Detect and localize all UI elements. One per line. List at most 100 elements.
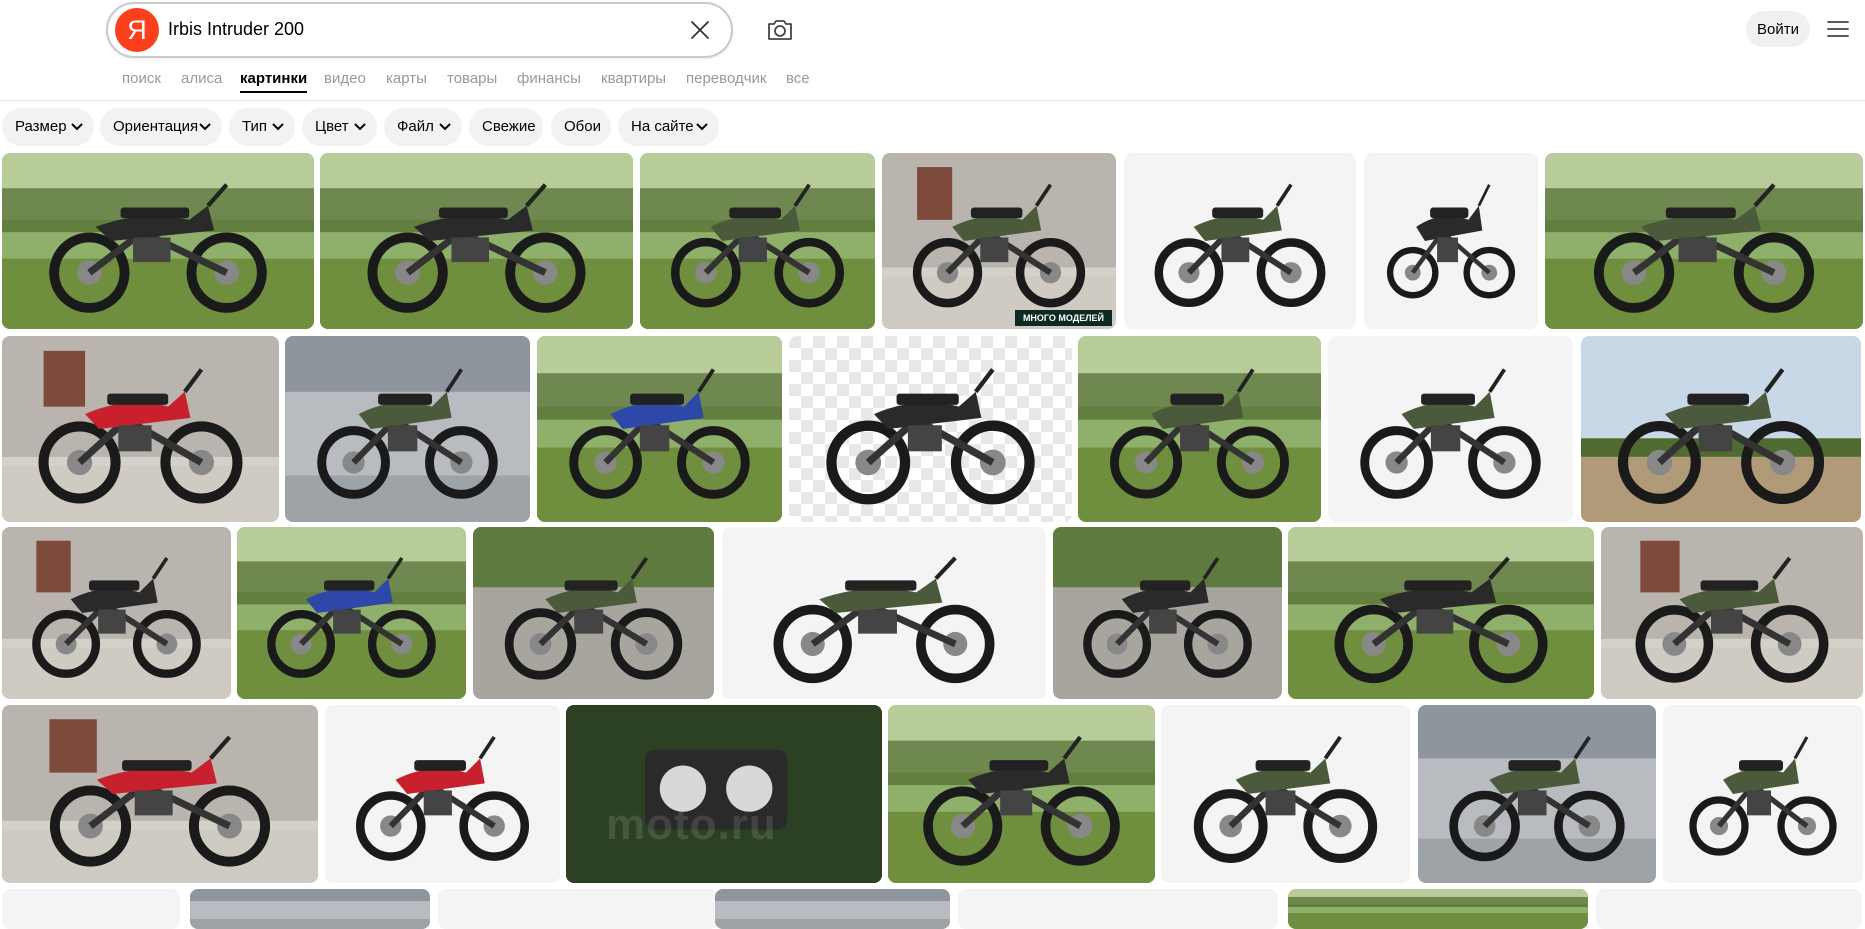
image-result-tile[interactable] — [2, 889, 180, 929]
motorcycle-thumbnail — [640, 153, 875, 329]
filter-on-site[interactable]: На сайте — [618, 108, 719, 146]
tab-search[interactable]: поиск — [122, 70, 161, 87]
motorcycle-thumbnail — [1418, 705, 1656, 883]
filter-wallpapers[interactable]: Обои — [551, 108, 611, 146]
motorcycle-thumbnail — [958, 889, 1278, 929]
motorcycle-thumbnail — [1663, 705, 1863, 883]
image-result-tile[interactable] — [438, 889, 718, 929]
filter-label: Файл — [397, 118, 434, 135]
image-result-tile[interactable] — [1418, 705, 1656, 883]
login-button[interactable]: Войти — [1746, 11, 1810, 47]
image-result-tile[interactable] — [285, 336, 530, 522]
header: Я Войти поиск алиса картинки видео карты… — [0, 0, 1865, 101]
image-result-tile[interactable] — [640, 153, 875, 329]
filter-label: Цвет — [315, 118, 349, 135]
tab-goods[interactable]: товары — [447, 70, 497, 87]
image-result-tile[interactable] — [789, 336, 1072, 522]
filter-fresh[interactable]: Свежие — [469, 108, 543, 146]
chevron-down-icon — [696, 123, 708, 131]
motorcycle-thumbnail — [2, 889, 180, 929]
chevron-down-icon — [354, 123, 366, 131]
yandex-logo[interactable]: Я — [115, 8, 159, 52]
tab-apartments[interactable]: квартиры — [601, 70, 666, 87]
image-result-tile[interactable] — [320, 153, 633, 329]
image-result-tile[interactable] — [1288, 527, 1594, 699]
tab-maps[interactable]: карты — [386, 70, 427, 87]
image-result-tile[interactable] — [715, 889, 950, 929]
chevron-down-icon — [272, 123, 284, 131]
tab-video[interactable]: видео — [324, 70, 366, 87]
image-result-tile[interactable] — [1364, 153, 1538, 329]
image-result-tile[interactable] — [1288, 889, 1588, 929]
motorcycle-thumbnail — [2, 153, 314, 329]
filter-label: Обои — [564, 118, 601, 135]
image-result-tile[interactable] — [1545, 153, 1863, 329]
motorcycle-thumbnail — [888, 705, 1155, 883]
image-result-tile[interactable] — [1161, 705, 1410, 883]
motorcycle-thumbnail — [438, 889, 718, 929]
image-result-tile[interactable] — [888, 705, 1155, 883]
tab-alice[interactable]: алиса — [181, 70, 222, 87]
filter-file[interactable]: Файл — [384, 108, 462, 146]
image-results-grid: МНОГО МОДЕЛЕЙ moto.ru — [0, 153, 1865, 929]
filter-color[interactable]: Цвет — [302, 108, 377, 146]
tab-translator[interactable]: переводчик — [686, 70, 766, 87]
motorcycle-thumbnail — [537, 336, 782, 522]
image-result-tile[interactable] — [2, 153, 314, 329]
filter-orientation[interactable]: Ориентация — [100, 108, 222, 146]
image-result-tile[interactable] — [2, 336, 279, 522]
motorcycle-thumbnail — [882, 153, 1116, 329]
motorcycle-thumbnail — [1328, 336, 1573, 522]
motorcycle-thumbnail — [190, 889, 430, 929]
motorcycle-thumbnail — [1288, 889, 1588, 929]
motorcycle-thumbnail — [237, 527, 466, 699]
image-result-tile[interactable] — [1663, 705, 1863, 883]
image-result-tile[interactable] — [473, 527, 714, 699]
motorcycle-thumbnail — [320, 153, 633, 329]
image-result-tile[interactable] — [1601, 527, 1863, 699]
filter-type[interactable]: Тип — [229, 108, 295, 146]
tab-all[interactable]: все — [786, 70, 810, 87]
hamburger-menu-icon[interactable] — [1825, 16, 1851, 42]
motorcycle-thumbnail — [1545, 153, 1863, 329]
tab-images[interactable]: картинки — [240, 70, 308, 93]
filter-label: Тип — [242, 118, 268, 135]
image-result-tile[interactable] — [1124, 153, 1356, 329]
motorcycle-thumbnail — [1078, 336, 1321, 522]
motorcycle-thumbnail — [1053, 527, 1282, 699]
image-result-tile[interactable]: moto.ru — [566, 705, 882, 883]
motorcycle-thumbnail — [1596, 889, 1862, 929]
motorcycle-thumbnail — [2, 705, 318, 883]
search-box[interactable]: Я — [106, 2, 733, 58]
filter-size[interactable]: Размер — [2, 108, 94, 146]
motorcycle-thumbnail — [285, 336, 530, 522]
motorcycle-thumbnail — [1288, 527, 1594, 699]
image-result-tile[interactable] — [2, 527, 231, 699]
tab-finance[interactable]: финансы — [517, 70, 581, 87]
image-result-tile[interactable] — [190, 889, 430, 929]
image-result-tile[interactable] — [325, 705, 560, 883]
image-watermark: moto.ru — [606, 800, 777, 849]
image-result-tile[interactable] — [1053, 527, 1282, 699]
chevron-down-icon — [71, 123, 83, 131]
filter-label: Свежие — [482, 118, 536, 135]
image-result-tile[interactable] — [2, 705, 318, 883]
image-result-tile[interactable]: МНОГО МОДЕЛЕЙ — [882, 153, 1116, 329]
image-result-tile[interactable] — [1596, 889, 1862, 929]
image-result-tile[interactable] — [1328, 336, 1573, 522]
close-icon[interactable] — [688, 18, 712, 42]
image-result-tile[interactable] — [237, 527, 466, 699]
chevron-down-icon — [439, 123, 451, 131]
image-result-tile[interactable] — [722, 527, 1046, 699]
motorcycle-thumbnail — [722, 527, 1046, 699]
search-input[interactable] — [168, 13, 628, 45]
image-result-tile[interactable] — [1078, 336, 1321, 522]
image-result-tile[interactable] — [1581, 336, 1861, 522]
chevron-down-icon — [199, 123, 211, 131]
image-result-tile[interactable] — [537, 336, 782, 522]
image-result-tile[interactable] — [958, 889, 1278, 929]
motorcycle-thumbnail — [1601, 527, 1863, 699]
camera-icon[interactable] — [764, 14, 796, 46]
motorcycle-thumbnail — [1124, 153, 1356, 329]
motorcycle-thumbnail — [1364, 153, 1538, 329]
